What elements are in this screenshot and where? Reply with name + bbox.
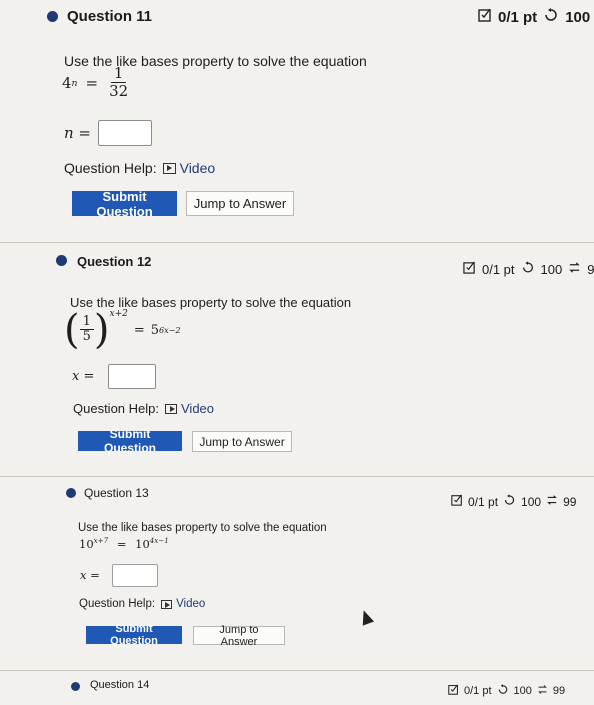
attempts-text: 100 [513, 685, 532, 697]
tries-text: 99 [563, 494, 577, 509]
homework-page: Question 11 0/1 pt 100 Use the like base… [0, 0, 594, 700]
variable-label: x = [72, 369, 95, 384]
question-bullet-icon [71, 682, 80, 691]
help-label: Question Help: [79, 598, 156, 610]
tries-text: 99 [587, 261, 594, 277]
fraction-denominator: 32 [109, 81, 129, 100]
lhs-base: 10 [79, 536, 94, 551]
equals-sign: = [133, 322, 145, 338]
rhs-exponent: 4x−1 [149, 536, 169, 545]
rhs-base: 5 [150, 322, 160, 338]
retry-icon[interactable] [503, 494, 516, 509]
lhs-exponent: x+7 [93, 536, 109, 545]
fraction: 1 32 [106, 65, 131, 100]
question-title: Question 12 [77, 254, 152, 269]
equation-exponent: n [71, 77, 78, 89]
submit-question-button[interactable]: Submit Question [78, 427, 182, 455]
outer-exponent: x+2 [109, 309, 128, 319]
checkbox-edit-icon [463, 261, 476, 277]
checkbox-edit-icon [448, 684, 459, 698]
video-label: Video [181, 401, 215, 416]
submit-question-button[interactable]: Submit Question [86, 623, 182, 647]
video-link[interactable]: Video [161, 598, 205, 610]
answer-input[interactable] [108, 364, 156, 389]
equation: 4n = 1 32 [62, 65, 131, 100]
video-link[interactable]: Video [162, 160, 216, 176]
score-text: 0/1 pt [498, 8, 538, 26]
fraction-numerator: 1 [79, 315, 94, 330]
tries-icon [537, 684, 548, 698]
question-12-header: Question 12 0/1 pt 100 99 [0, 242, 594, 277]
question-meta: 0/1 pt 100 99 [448, 684, 565, 698]
jump-to-answer-button[interactable]: Jump to Answer [193, 624, 285, 648]
question-help: Question Help: Video [73, 401, 214, 416]
question-bullet-icon [56, 255, 67, 266]
video-icon [162, 162, 176, 174]
score-text: 0/1 pt [464, 685, 492, 697]
fraction-denominator: 5 [82, 328, 91, 344]
question-bullet-icon [47, 11, 58, 22]
equation-base: 4 [62, 74, 72, 92]
jump-to-answer-button[interactable]: Jump to Answer [186, 191, 294, 216]
score-text: 0/1 pt [468, 494, 499, 509]
checkbox-edit-icon [478, 8, 492, 26]
question-prompt: Use the like bases property to solve the… [70, 295, 352, 310]
video-icon [161, 599, 173, 609]
equals-sign: = [85, 74, 99, 92]
submit-question-button[interactable]: Submit Question [72, 189, 177, 219]
help-label: Question Help: [73, 401, 159, 416]
question-11-header: Question 11 0/1 pt 100 [0, 0, 594, 34]
equals-sign: = [116, 536, 127, 551]
question-bullet-icon [66, 488, 76, 498]
question-title: Question 14 [90, 679, 150, 691]
retry-icon[interactable] [521, 261, 535, 277]
mouse-cursor-icon [357, 608, 375, 626]
variable-label: n = [64, 124, 91, 142]
tries-icon [546, 494, 558, 509]
jump-to-answer-button[interactable]: Jump to Answer [192, 431, 292, 452]
rhs-base: 10 [135, 536, 150, 551]
fraction: 1 5 [79, 315, 94, 345]
question-meta: 0/1 pt 100 99 [463, 261, 594, 277]
question-meta: 0/1 pt 100 99 [451, 494, 576, 509]
attempts-text: 100 [540, 261, 563, 277]
score-text: 0/1 pt [482, 261, 515, 277]
video-label: Video [176, 598, 206, 610]
answer-input[interactable] [98, 120, 152, 146]
rhs-exponent: 6x−2 [159, 325, 181, 335]
tries-text: 99 [552, 685, 566, 697]
question-title: Question 13 [84, 486, 149, 500]
video-icon [165, 403, 177, 414]
checkbox-edit-icon [451, 494, 463, 509]
retry-icon[interactable] [543, 8, 559, 26]
attempts-text: 100 [565, 8, 591, 26]
fraction-numerator: 1 [110, 65, 127, 83]
video-label: Video [179, 160, 216, 176]
answer-input[interactable] [112, 564, 158, 587]
retry-icon[interactable] [497, 684, 509, 698]
right-paren: ) [93, 307, 110, 353]
question-meta: 0/1 pt 100 [478, 8, 594, 26]
video-link[interactable]: Video [165, 401, 214, 416]
left-paren: ( [64, 307, 80, 353]
question-prompt: Use the like bases property to solve the… [78, 522, 327, 534]
attempts-text: 100 [521, 494, 542, 509]
question-help: Question Help: Video [79, 598, 205, 610]
question-help: Question Help: Video [64, 160, 215, 176]
question-13-header: Question 13 0/1 pt 100 99 [0, 476, 594, 511]
question-title: Question 11 [67, 8, 153, 25]
help-label: Question Help: [64, 160, 157, 176]
tries-icon [568, 261, 581, 277]
equation: ( 1 5 ) x+2 = 5 6x−2 [64, 307, 181, 353]
equation: 10x+7 = 104x−1 [79, 536, 169, 551]
variable-label: x = [80, 568, 100, 582]
